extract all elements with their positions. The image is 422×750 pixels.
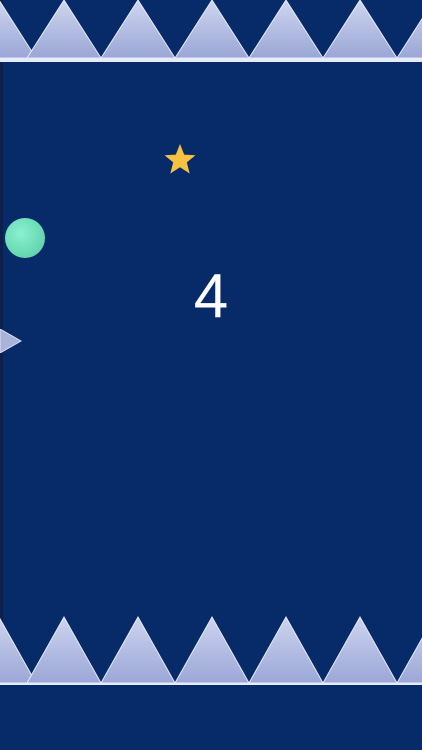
bottom-spike: [248, 615, 324, 684]
top-spike: [396, 17, 422, 59]
bottom-spike: [100, 615, 176, 684]
top-spike: [0, 0, 37, 59]
game-canvas[interactable]: 4: [0, 0, 422, 750]
bottom-spike: [396, 637, 422, 684]
top-spike: [174, 0, 250, 59]
bottom-spike: [174, 615, 250, 684]
star-icon: [163, 142, 197, 176]
bottom-spike: [322, 615, 398, 684]
bottom-floor: [0, 685, 422, 750]
bottom-spike: [0, 617, 37, 684]
bottom-spikes-svg: [0, 615, 422, 687]
ball-icon: [5, 218, 45, 258]
top-spike: [100, 0, 176, 59]
top-spike: [26, 0, 102, 59]
top-spikes-svg: [0, 0, 422, 62]
top-ledge: [0, 58, 422, 62]
top-spike: [248, 0, 324, 59]
side-spike-icon: [0, 328, 23, 354]
bottom-spike: [26, 615, 102, 684]
bottom-spike-row: [0, 615, 422, 687]
score-counter: 4: [193, 262, 229, 331]
top-spike: [322, 0, 398, 59]
top-spike-row: [0, 0, 422, 62]
